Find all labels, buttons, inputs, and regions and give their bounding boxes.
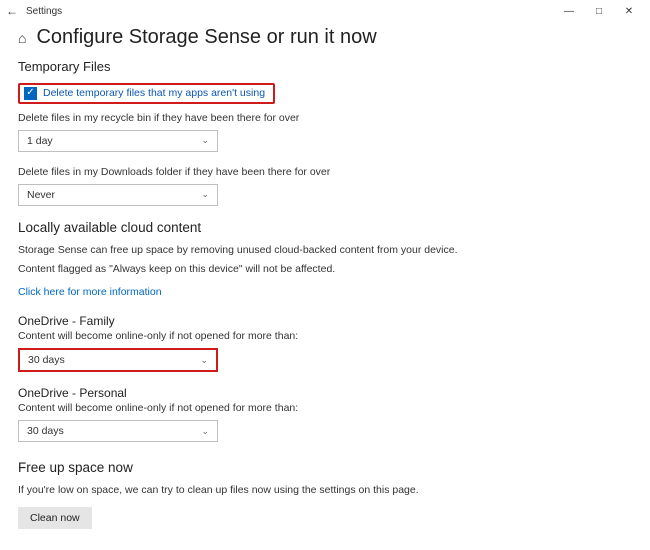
onedrive-personal-heading: OneDrive - Personal (18, 386, 632, 400)
delete-temp-files-row: ✓ Delete temporary files that my apps ar… (18, 83, 275, 104)
maximize-button[interactable]: □ (584, 1, 614, 21)
onedrive-family-heading: OneDrive - Family (18, 314, 632, 328)
content-pane: ⌂ Configure Storage Sense or run it now … (0, 22, 650, 539)
close-button[interactable]: ✕ (614, 1, 644, 21)
cloud-info-link[interactable]: Click here for more information (18, 286, 162, 298)
onedrive-family-value: 30 days (28, 354, 65, 366)
chevron-down-icon: ⌄ (201, 426, 209, 437)
delete-temp-files-label: Delete temporary files that my apps aren… (43, 87, 265, 99)
onedrive-personal-desc: Content will become online-only if not o… (18, 402, 632, 414)
recycle-bin-label: Delete files in my recycle bin if they h… (18, 112, 632, 124)
section-temporary-files: Temporary Files (18, 59, 632, 74)
window-title: Settings (26, 6, 62, 17)
chevron-down-icon: ⌄ (201, 135, 209, 146)
freeup-desc: If you're low on space, we can try to cl… (18, 483, 632, 499)
cloud-desc-1: Storage Sense can free up space by remov… (18, 243, 632, 259)
back-button[interactable]: ← (6, 5, 18, 17)
section-free-up-space: Free up space now (18, 460, 632, 475)
downloads-value: Never (27, 189, 55, 201)
delete-temp-files-checkbox[interactable]: ✓ (24, 87, 37, 100)
recycle-bin-value: 1 day (27, 135, 53, 147)
window-controls: ― □ ✕ (554, 1, 644, 21)
chevron-down-icon: ⌄ (201, 189, 209, 200)
downloads-label: Delete files in my Downloads folder if t… (18, 166, 632, 178)
section-cloud-content: Locally available cloud content (18, 220, 632, 235)
minimize-button[interactable]: ― (554, 1, 584, 21)
onedrive-family-desc: Content will become online-only if not o… (18, 330, 632, 342)
onedrive-personal-select[interactable]: 30 days ⌄ (18, 420, 218, 442)
onedrive-family-select[interactable]: 30 days ⌄ (18, 348, 218, 372)
recycle-bin-select[interactable]: 1 day ⌄ (18, 130, 218, 152)
downloads-select[interactable]: Never ⌄ (18, 184, 218, 206)
chevron-down-icon: ⌄ (200, 355, 208, 366)
onedrive-personal-value: 30 days (27, 425, 64, 437)
clean-now-button[interactable]: Clean now (18, 507, 92, 529)
home-icon[interactable]: ⌂ (18, 30, 26, 46)
titlebar: ← Settings ― □ ✕ (0, 0, 650, 22)
cloud-desc-2: Content flagged as "Always keep on this … (18, 262, 632, 278)
page-title: Configure Storage Sense or run it now (36, 26, 376, 49)
